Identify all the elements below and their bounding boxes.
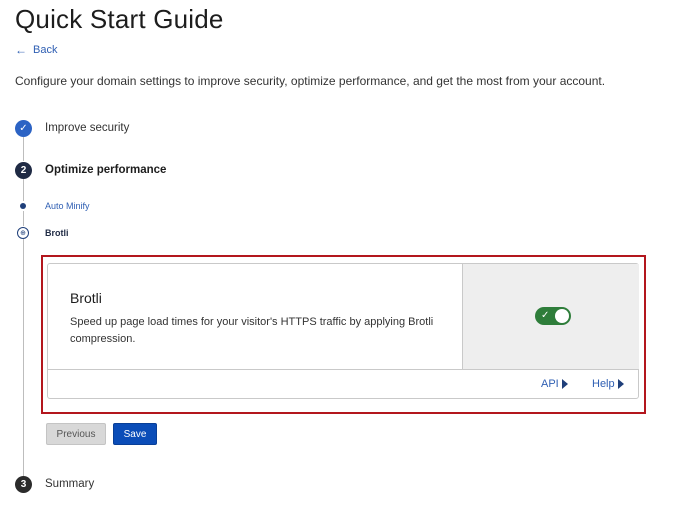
stepper-rail	[23, 137, 24, 161]
intro-text: Configure your domain settings to improv…	[15, 74, 606, 88]
back-link[interactable]: ← Back	[15, 44, 57, 56]
back-label: Back	[33, 44, 58, 56]
current-step-icon: ⊕	[20, 230, 26, 237]
help-link[interactable]: Help	[592, 378, 624, 390]
save-button[interactable]: Save	[113, 423, 157, 445]
api-link[interactable]: API	[541, 378, 568, 390]
setting-title: Brotli	[70, 290, 102, 306]
arrow-left-icon: ←	[15, 43, 27, 57]
setting-description: Speed up page load times for your visito…	[70, 316, 434, 345]
caret-right-icon	[561, 379, 568, 389]
step-2-indicator: 2	[15, 162, 32, 179]
step-2-label[interactable]: Optimize performance	[45, 164, 166, 176]
checkmark-icon: ✓	[541, 310, 550, 321]
substep-auto-minify[interactable]: Auto Minify	[45, 201, 90, 211]
substep-brotli-indicator: ⊕	[17, 227, 29, 239]
brotli-setting-card: Brotli Speed up page load times for your…	[47, 263, 639, 399]
step-3-indicator: 3	[15, 476, 32, 493]
substep-brotli: Brotli	[45, 228, 69, 238]
brotli-toggle[interactable]: ✓	[535, 307, 571, 325]
step-1-label[interactable]: Improve security	[45, 122, 129, 134]
step-1-indicator: ✓	[15, 120, 32, 137]
stepper-rail	[23, 211, 24, 226]
toggle-knob	[555, 309, 569, 323]
substep-auto-minify-dot	[20, 203, 26, 209]
page-title: Quick Start Guide	[15, 4, 224, 34]
checkmark-icon: ✓	[19, 123, 28, 134]
setting-control-panel: ✓	[462, 264, 639, 369]
setting-content: Brotli Speed up page load times for your…	[48, 264, 462, 369]
step-3-label[interactable]: Summary	[45, 478, 94, 490]
stepper-rail	[23, 179, 24, 201]
caret-right-icon	[617, 379, 624, 389]
previous-button[interactable]: Previous	[46, 423, 106, 445]
setting-footer: API Help	[48, 369, 638, 399]
stepper-rail	[23, 239, 24, 476]
help-label: Help	[592, 378, 615, 390]
api-label: API	[541, 378, 559, 390]
